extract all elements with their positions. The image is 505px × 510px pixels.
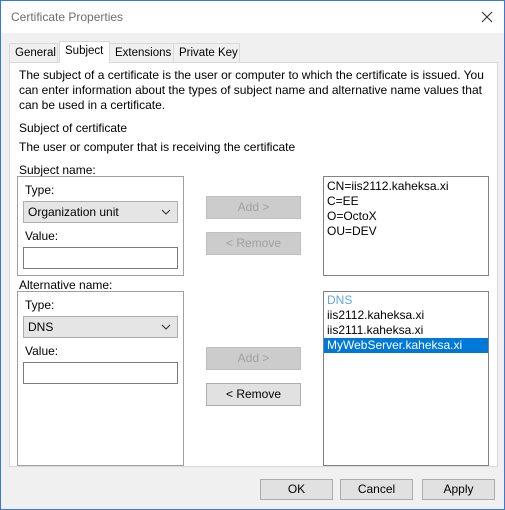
window-title: Certificate Properties — [11, 10, 124, 24]
list-item[interactable]: OU=DEV — [324, 224, 488, 239]
alt-remove-button[interactable]: < Remove — [206, 383, 301, 406]
alt-value-label: Value: — [25, 344, 59, 358]
chevron-down-icon — [161, 209, 171, 215]
ok-button[interactable]: OK — [260, 479, 333, 500]
subject-value-input[interactable] — [23, 247, 178, 269]
tab-subject[interactable]: Subject — [59, 41, 110, 63]
alt-value-input[interactable] — [23, 362, 178, 384]
alt-type-select[interactable]: DNS — [23, 316, 178, 338]
list-item[interactable]: CN=iis2112.kaheksa.xi — [324, 179, 488, 194]
list-group-header: DNS — [327, 293, 353, 307]
alternative-name-group: Type: DNS Value: — [17, 291, 184, 466]
subject-values-list[interactable]: CN=iis2112.kaheksa.xi C=EE O=OctoX OU=DE… — [323, 176, 489, 276]
list-item-selected[interactable]: MyWebServer.kaheksa.xi — [324, 338, 488, 353]
close-button[interactable] — [474, 5, 500, 29]
certificate-properties-dialog: Certificate Properties General Subject E… — [0, 0, 505, 510]
title-bar: Certificate Properties — [1, 1, 504, 33]
subject-type-label: Type: — [25, 183, 55, 197]
apply-button[interactable]: Apply — [422, 479, 495, 500]
subject-type-value: Organization unit — [28, 205, 119, 219]
subject-name-group: Type: Organization unit Value: — [17, 176, 184, 276]
alternative-values-list[interactable]: DNS iis2112.kaheksa.xi iis2111.kaheksa.x… — [323, 291, 489, 466]
subject-tab-panel: The subject of a certificate is the user… — [9, 62, 498, 467]
tab-private-key[interactable]: Private Key — [173, 43, 240, 62]
subject-remove-button[interactable]: < Remove — [206, 232, 301, 255]
alt-add-button[interactable]: Add > — [206, 347, 301, 370]
list-item[interactable]: iis2111.kaheksa.xi — [324, 323, 488, 338]
subject-description: The subject of a certificate is the user… — [19, 68, 484, 112]
section-heading: Subject of certificate — [19, 121, 128, 135]
close-icon — [481, 11, 493, 23]
list-item[interactable]: O=OctoX — [324, 209, 488, 224]
tab-general[interactable]: General — [9, 43, 58, 62]
cancel-button[interactable]: Cancel — [340, 479, 413, 500]
section-subheading: The user or computer that is receiving t… — [19, 140, 296, 154]
alt-type-value: DNS — [28, 320, 54, 334]
subject-type-select[interactable]: Organization unit — [23, 201, 178, 223]
alt-type-label: Type: — [25, 298, 55, 312]
tab-extensions[interactable]: Extensions — [109, 43, 174, 62]
subject-add-button[interactable]: Add > — [206, 196, 301, 219]
list-item[interactable]: iis2112.kaheksa.xi — [324, 308, 488, 323]
chevron-down-icon — [161, 324, 171, 330]
list-item[interactable]: C=EE — [324, 194, 488, 209]
subject-value-label: Value: — [25, 229, 59, 243]
